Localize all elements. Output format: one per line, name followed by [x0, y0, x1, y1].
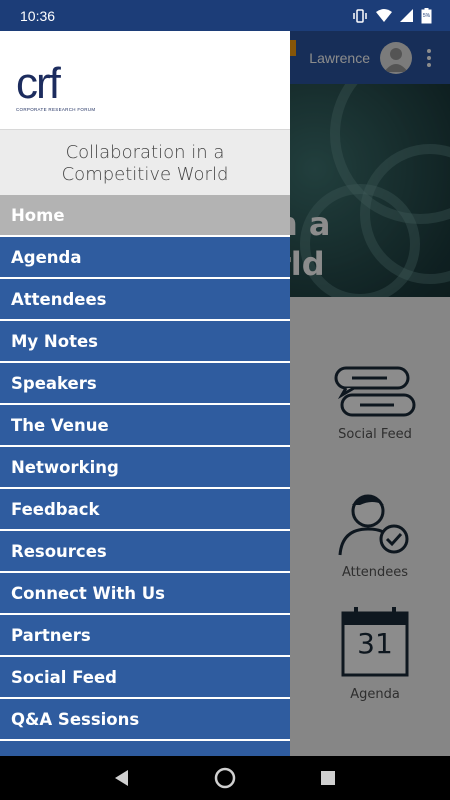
tagline-line2: Competitive World: [61, 163, 229, 185]
menu-item-resources[interactable]: Resources: [0, 531, 290, 573]
menu-item-feedback[interactable]: Feedback: [0, 489, 290, 531]
status-time: 10:36: [20, 7, 56, 24]
battery-icon: 5%: [421, 7, 432, 24]
system-nav-bar: [0, 756, 450, 800]
event-tagline: Collaboration in a Competitive World: [0, 129, 290, 195]
battery-label: 5%: [422, 12, 431, 19]
navigation-drawer: crf CORPORATE RESEARCH FORUM Collaborati…: [0, 31, 290, 756]
menu-item-connect-with-us[interactable]: Connect With Us: [0, 573, 290, 615]
menu-item-the-venue[interactable]: The Venue: [0, 405, 290, 447]
vibrate-icon: [352, 8, 368, 23]
menu-item-agenda[interactable]: Agenda: [0, 237, 290, 279]
menu-item-home[interactable]: Home: [0, 195, 290, 237]
menu-item-my-notes[interactable]: My Notes: [0, 321, 290, 363]
home-icon[interactable]: [205, 758, 245, 798]
recents-icon[interactable]: [308, 758, 348, 798]
back-icon[interactable]: [102, 758, 142, 798]
tagline-line1: Collaboration in a: [65, 141, 225, 163]
menu-item-networking[interactable]: Networking: [0, 447, 290, 489]
wifi-icon: [376, 9, 392, 22]
menu-item-attendees[interactable]: Attendees: [0, 279, 290, 321]
menu-item-qa-sessions[interactable]: Q&A Sessions: [0, 699, 290, 741]
status-icons: 5%: [352, 7, 432, 24]
menu-item-social-feed[interactable]: Social Feed: [0, 657, 290, 699]
crf-logo: crf: [16, 59, 61, 108]
crf-logo-subtext: CORPORATE RESEARCH FORUM: [16, 107, 96, 112]
menu-item-partial[interactable]: [0, 741, 290, 756]
drawer-logo: crf CORPORATE RESEARCH FORUM: [0, 31, 290, 129]
drawer-menu: Home Agenda Attendees My Notes Speakers …: [0, 195, 290, 756]
status-bar: 10:36 5%: [0, 0, 450, 31]
menu-item-speakers[interactable]: Speakers: [0, 363, 290, 405]
signal-icon: [400, 9, 413, 22]
menu-item-partners[interactable]: Partners: [0, 615, 290, 657]
